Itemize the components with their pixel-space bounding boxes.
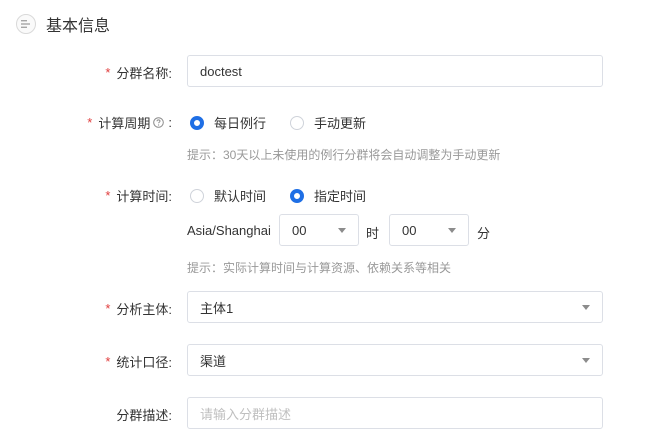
minute-select[interactable]: 00 (389, 214, 469, 246)
caret-down-icon (582, 357, 590, 363)
question-circle-icon[interactable] (153, 117, 165, 128)
radio-daily[interactable]: 每日例行 (190, 113, 266, 132)
caliber-label-text: 统计口径: (116, 355, 172, 370)
row-subject: * 分析主体: 主体1 (0, 291, 659, 323)
caliber-value: 渠道 (200, 353, 227, 369)
required-mark: * (105, 65, 111, 80)
timezone-label: Asia/Shanghai (187, 223, 271, 238)
name-input-value: doctest (200, 63, 242, 79)
cycle-label-text: 计算周期 (98, 116, 151, 131)
required-mark: * (105, 188, 111, 203)
radio-custom-time-label: 指定时间 (314, 189, 367, 204)
row-caliber: * 统计口径: 渠道 (0, 344, 659, 376)
list-lines-icon (16, 14, 36, 34)
desc-input[interactable]: 请输入分群描述 (187, 397, 603, 429)
cycle-hint: 提示：30天以上未使用的例行分群将会自动调整为手动更新 (187, 148, 501, 162)
caret-down-icon (582, 304, 590, 310)
required-mark: * (87, 115, 93, 130)
time-label-text: 计算时间: (116, 189, 172, 204)
row-desc: 分群描述: 请输入分群描述 (0, 397, 659, 429)
radio-checked-icon[interactable] (190, 115, 204, 130)
subject-select[interactable]: 主体1 (187, 291, 603, 323)
desc-label: 分群描述: (116, 405, 172, 424)
desc-label-text: 分群描述: (116, 408, 172, 423)
name-label: * 分群名称: (105, 63, 172, 82)
radio-custom-time[interactable]: 指定时间 (290, 186, 366, 205)
hour-select[interactable]: 00 (279, 214, 359, 246)
minute-value: 00 (402, 222, 417, 238)
time-hint: 提示：实际计算时间与计算资源、依赖关系等相关 (187, 261, 452, 275)
radio-checked-icon[interactable] (290, 188, 305, 203)
row-name: * 分群名称: doctest (0, 55, 659, 87)
section-header: 基本信息 (16, 10, 110, 38)
required-mark: * (105, 301, 111, 316)
radio-unchecked-icon[interactable] (190, 188, 204, 203)
cycle-label-suffix: : (168, 115, 172, 130)
radio-manual-label: 手动更新 (314, 116, 367, 131)
subject-label: * 分析主体: (105, 299, 172, 318)
basic-info-form: 基本信息 * 分群名称: doctest * 计算周期 : 每日例行 手动更新 … (0, 0, 659, 441)
radio-unchecked-icon[interactable] (290, 115, 305, 130)
name-input[interactable]: doctest (187, 55, 603, 87)
caret-down-icon (338, 227, 346, 233)
section-title: 基本信息 (46, 18, 111, 35)
caliber-label: * 统计口径: (105, 352, 172, 371)
row-time: * 计算时间: 默认时间 指定时间 (0, 183, 659, 205)
caret-down-icon (448, 227, 456, 233)
radio-manual[interactable]: 手动更新 (290, 113, 366, 132)
name-label-text: 分群名称: (116, 66, 172, 81)
caliber-select[interactable]: 渠道 (187, 344, 603, 376)
minute-unit: 分 (477, 226, 491, 241)
row-cycle: * 计算周期 : 每日例行 手动更新 (0, 110, 659, 132)
time-label: * 计算时间: (105, 186, 172, 205)
radio-daily-label: 每日例行 (214, 116, 267, 131)
cycle-radio-group: 每日例行 手动更新 (190, 113, 390, 132)
hour-value: 00 (292, 222, 307, 238)
required-mark: * (105, 354, 111, 369)
radio-default-time-label: 默认时间 (214, 189, 267, 204)
subject-value: 主体1 (200, 300, 234, 316)
hour-unit: 时 (366, 226, 380, 241)
subject-label-text: 分析主体: (116, 302, 172, 317)
desc-placeholder: 请输入分群描述 (200, 406, 292, 422)
cycle-label: * 计算周期 : (87, 113, 172, 132)
time-radio-group: 默认时间 指定时间 (190, 186, 390, 205)
radio-default-time[interactable]: 默认时间 (190, 186, 266, 205)
